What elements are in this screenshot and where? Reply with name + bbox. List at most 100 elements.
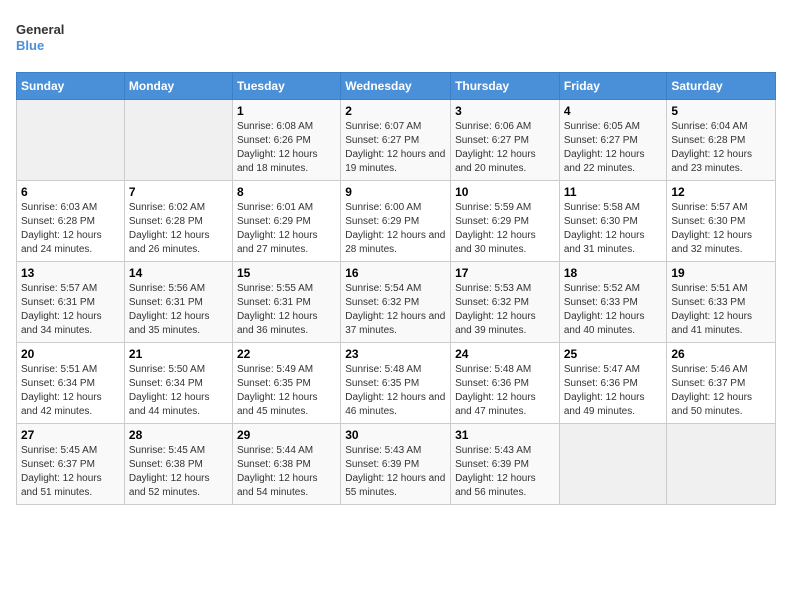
calendar-week-row: 27 Sunrise: 5:45 AM Sunset: 6:37 PM Dayli… xyxy=(17,424,776,505)
day-info: Sunrise: 6:00 AM Sunset: 6:29 PM Dayligh… xyxy=(345,201,446,257)
day-info: Sunrise: 5:58 AM Sunset: 6:30 PM Dayligh… xyxy=(564,201,663,257)
column-header-friday: Friday xyxy=(559,73,667,100)
calendar-cell: 13 Sunrise: 5:57 AM Sunset: 6:31 PM Dayli… xyxy=(17,262,125,343)
day-info: Sunrise: 5:47 AM Sunset: 6:36 PM Dayligh… xyxy=(564,363,663,419)
calendar-cell: 19 Sunrise: 5:51 AM Sunset: 6:33 PM Dayli… xyxy=(667,262,776,343)
day-info: Sunrise: 5:48 AM Sunset: 6:36 PM Dayligh… xyxy=(455,363,555,419)
day-number: 13 xyxy=(21,266,120,280)
calendar-cell xyxy=(667,424,776,505)
day-info: Sunrise: 5:51 AM Sunset: 6:33 PM Dayligh… xyxy=(671,282,771,338)
column-header-monday: Monday xyxy=(124,73,232,100)
calendar-cell: 9 Sunrise: 6:00 AM Sunset: 6:29 PM Daylig… xyxy=(341,181,451,262)
day-number: 22 xyxy=(237,347,336,361)
day-number: 1 xyxy=(237,104,336,118)
calendar-cell: 8Sunrise: 6:01 AM Sunset: 6:29 PM Daylig… xyxy=(232,181,340,262)
calendar-cell: 14 Sunrise: 5:56 AM Sunset: 6:31 PM Dayli… xyxy=(124,262,232,343)
day-info: Sunrise: 6:05 AM Sunset: 6:27 PM Dayligh… xyxy=(564,120,663,176)
calendar-cell: 6 Sunrise: 6:03 AM Sunset: 6:28 PM Daylig… xyxy=(17,181,125,262)
day-info: Sunrise: 6:06 AM Sunset: 6:27 PM Dayligh… xyxy=(455,120,555,176)
day-number: 28 xyxy=(129,428,228,442)
calendar-week-row: 13 Sunrise: 5:57 AM Sunset: 6:31 PM Dayli… xyxy=(17,262,776,343)
svg-text:General: General xyxy=(16,22,64,37)
logo: General Blue xyxy=(16,16,76,60)
calendar-cell: 4Sunrise: 6:05 AM Sunset: 6:27 PM Daylig… xyxy=(559,100,667,181)
day-number: 14 xyxy=(129,266,228,280)
day-number: 30 xyxy=(345,428,446,442)
day-info: Sunrise: 5:45 AM Sunset: 6:38 PM Dayligh… xyxy=(129,444,228,500)
day-number: 5 xyxy=(671,104,771,118)
calendar-cell: 26Sunrise: 5:46 AM Sunset: 6:37 PM Dayli… xyxy=(667,343,776,424)
day-info: Sunrise: 5:54 AM Sunset: 6:32 PM Dayligh… xyxy=(345,282,446,338)
day-info: Sunrise: 6:08 AM Sunset: 6:26 PM Dayligh… xyxy=(237,120,336,176)
calendar-cell: 25 Sunrise: 5:47 AM Sunset: 6:36 PM Dayli… xyxy=(559,343,667,424)
calendar-cell: 7Sunrise: 6:02 AM Sunset: 6:28 PM Daylig… xyxy=(124,181,232,262)
calendar-cell: 12 Sunrise: 5:57 AM Sunset: 6:30 PM Dayli… xyxy=(667,181,776,262)
calendar-header-row: SundayMondayTuesdayWednesdayThursdayFrid… xyxy=(17,73,776,100)
day-info: Sunrise: 5:56 AM Sunset: 6:31 PM Dayligh… xyxy=(129,282,228,338)
calendar-cell: 28 Sunrise: 5:45 AM Sunset: 6:38 PM Dayli… xyxy=(124,424,232,505)
day-info: Sunrise: 5:59 AM Sunset: 6:29 PM Dayligh… xyxy=(455,201,555,257)
day-number: 9 xyxy=(345,185,446,199)
logo-svg: General Blue xyxy=(16,16,76,60)
day-number: 3 xyxy=(455,104,555,118)
column-header-sunday: Sunday xyxy=(17,73,125,100)
calendar-cell: 31 Sunrise: 5:43 AM Sunset: 6:39 PM Dayli… xyxy=(451,424,560,505)
column-header-wednesday: Wednesday xyxy=(341,73,451,100)
calendar-table: SundayMondayTuesdayWednesdayThursdayFrid… xyxy=(16,72,776,505)
calendar-cell xyxy=(559,424,667,505)
calendar-cell: 20 Sunrise: 5:51 AM Sunset: 6:34 PM Dayli… xyxy=(17,343,125,424)
day-info: Sunrise: 5:57 AM Sunset: 6:31 PM Dayligh… xyxy=(21,282,120,338)
day-info: Sunrise: 5:44 AM Sunset: 6:38 PM Dayligh… xyxy=(237,444,336,500)
calendar-cell: 1 Sunrise: 6:08 AM Sunset: 6:26 PM Daylig… xyxy=(232,100,340,181)
calendar-cell: 21 Sunrise: 5:50 AM Sunset: 6:34 PM Dayli… xyxy=(124,343,232,424)
calendar-cell: 15 Sunrise: 5:55 AM Sunset: 6:31 PM Dayli… xyxy=(232,262,340,343)
calendar-cell: 24 Sunrise: 5:48 AM Sunset: 6:36 PM Dayli… xyxy=(451,343,560,424)
day-info: Sunrise: 5:51 AM Sunset: 6:34 PM Dayligh… xyxy=(21,363,120,419)
day-info: Sunrise: 5:43 AM Sunset: 6:39 PM Dayligh… xyxy=(345,444,446,500)
day-number: 27 xyxy=(21,428,120,442)
day-number: 23 xyxy=(345,347,446,361)
calendar-cell: 17Sunrise: 5:53 AM Sunset: 6:32 PM Dayli… xyxy=(451,262,560,343)
day-number: 20 xyxy=(21,347,120,361)
column-header-saturday: Saturday xyxy=(667,73,776,100)
calendar-cell: 2Sunrise: 6:07 AM Sunset: 6:27 PM Daylig… xyxy=(341,100,451,181)
day-number: 16 xyxy=(345,266,446,280)
calendar-cell: 10 Sunrise: 5:59 AM Sunset: 6:29 PM Dayli… xyxy=(451,181,560,262)
day-number: 8 xyxy=(237,185,336,199)
calendar-week-row: 1 Sunrise: 6:08 AM Sunset: 6:26 PM Daylig… xyxy=(17,100,776,181)
calendar-cell: 29 Sunrise: 5:44 AM Sunset: 6:38 PM Dayli… xyxy=(232,424,340,505)
calendar-cell: 30 Sunrise: 5:43 AM Sunset: 6:39 PM Dayli… xyxy=(341,424,451,505)
day-info: Sunrise: 5:52 AM Sunset: 6:33 PM Dayligh… xyxy=(564,282,663,338)
calendar-cell: 3 Sunrise: 6:06 AM Sunset: 6:27 PM Daylig… xyxy=(451,100,560,181)
column-header-thursday: Thursday xyxy=(451,73,560,100)
day-info: Sunrise: 5:48 AM Sunset: 6:35 PM Dayligh… xyxy=(345,363,446,419)
day-number: 31 xyxy=(455,428,555,442)
calendar-cell: 23 Sunrise: 5:48 AM Sunset: 6:35 PM Dayli… xyxy=(341,343,451,424)
day-info: Sunrise: 5:50 AM Sunset: 6:34 PM Dayligh… xyxy=(129,363,228,419)
day-number: 10 xyxy=(455,185,555,199)
day-number: 2 xyxy=(345,104,446,118)
day-number: 6 xyxy=(21,185,120,199)
calendar-week-row: 6 Sunrise: 6:03 AM Sunset: 6:28 PM Daylig… xyxy=(17,181,776,262)
day-info: Sunrise: 5:45 AM Sunset: 6:37 PM Dayligh… xyxy=(21,444,120,500)
day-number: 19 xyxy=(671,266,771,280)
day-number: 29 xyxy=(237,428,336,442)
day-info: Sunrise: 5:57 AM Sunset: 6:30 PM Dayligh… xyxy=(671,201,771,257)
day-info: Sunrise: 5:49 AM Sunset: 6:35 PM Dayligh… xyxy=(237,363,336,419)
day-number: 18 xyxy=(564,266,663,280)
day-number: 7 xyxy=(129,185,228,199)
svg-text:Blue: Blue xyxy=(16,38,44,53)
calendar-cell: 27 Sunrise: 5:45 AM Sunset: 6:37 PM Dayli… xyxy=(17,424,125,505)
calendar-cell: 18 Sunrise: 5:52 AM Sunset: 6:33 PM Dayli… xyxy=(559,262,667,343)
calendar-cell: 22 Sunrise: 5:49 AM Sunset: 6:35 PM Dayli… xyxy=(232,343,340,424)
day-info: Sunrise: 5:43 AM Sunset: 6:39 PM Dayligh… xyxy=(455,444,555,500)
day-info: Sunrise: 6:03 AM Sunset: 6:28 PM Dayligh… xyxy=(21,201,120,257)
day-number: 12 xyxy=(671,185,771,199)
calendar-cell: 11Sunrise: 5:58 AM Sunset: 6:30 PM Dayli… xyxy=(559,181,667,262)
day-number: 24 xyxy=(455,347,555,361)
page-header: General Blue xyxy=(16,16,776,60)
day-number: 21 xyxy=(129,347,228,361)
day-number: 25 xyxy=(564,347,663,361)
day-info: Sunrise: 5:55 AM Sunset: 6:31 PM Dayligh… xyxy=(237,282,336,338)
day-number: 15 xyxy=(237,266,336,280)
